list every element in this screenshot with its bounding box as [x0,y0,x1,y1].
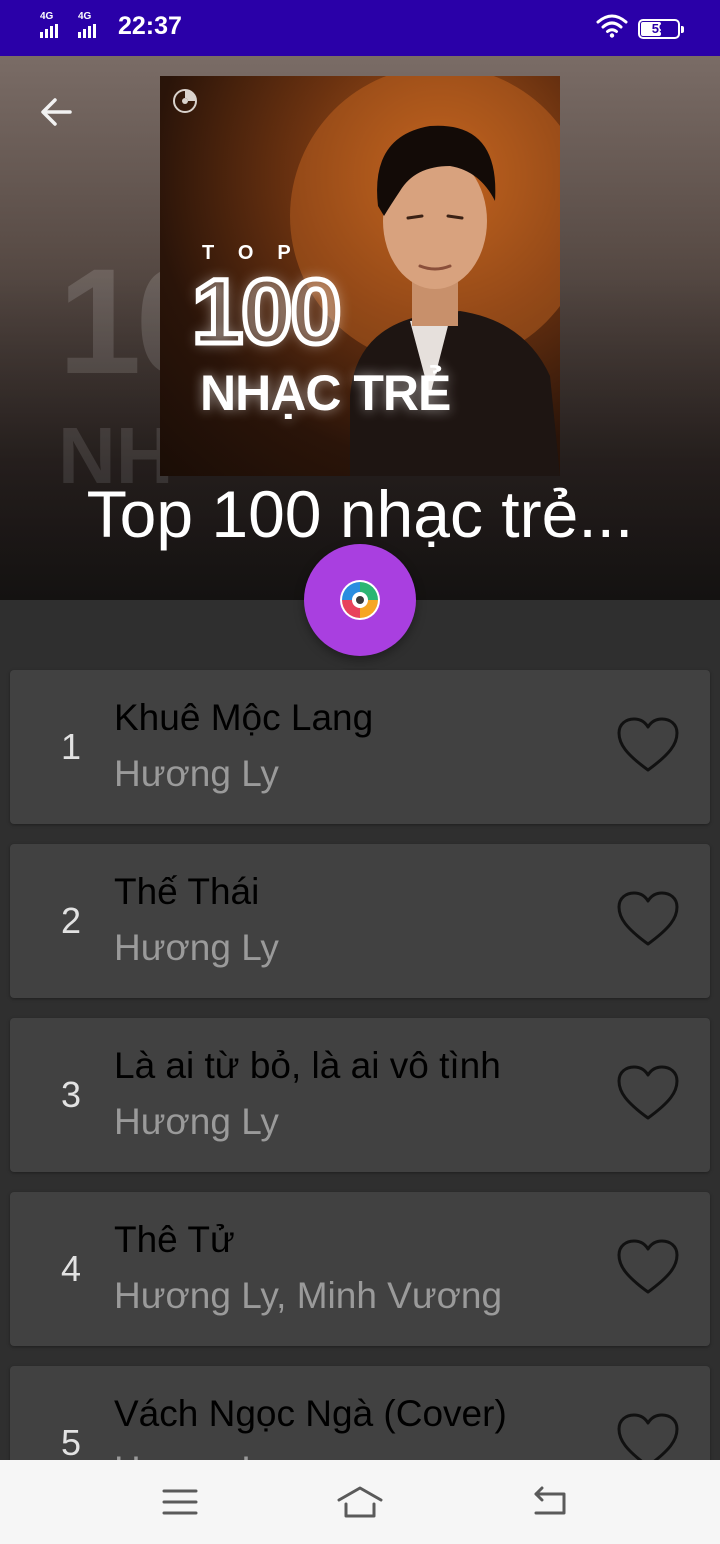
song-item[interactable]: 1 Khuê Mộc Lang Hương Ly [10,670,710,824]
battery-level: 59 [651,21,667,36]
home-icon [337,1486,383,1518]
wifi-icon [596,14,628,43]
song-title: Thế Thái [114,871,260,912]
clock: 22:37 [118,12,182,40]
playlist-cover: TOP 100 NHẠC TRẺ [160,76,560,476]
song-artist: Hương Ly, Minh Vương [114,1275,503,1316]
playlist-screen: 4G 4G 22:37 59 TOP 100 NHẠC TRẺ Top 100 … [0,0,720,1544]
nav-home-button[interactable] [330,1478,390,1526]
playlist-header: 10 NH [0,56,720,600]
song-artist: Hương Ly [114,753,279,794]
signal-bars-icon [78,24,96,38]
song-artist: Hương Ly [114,1101,279,1142]
favorite-button[interactable] [612,886,684,952]
favorite-button[interactable] [612,1234,684,1300]
song-title: Vách Ngọc Ngà (Cover) [114,1393,507,1434]
song-artist: Hương Ly [114,927,279,968]
back-button[interactable] [30,86,82,138]
heart-outline-icon [617,1065,679,1120]
nav-back-button[interactable] [520,1478,580,1526]
menu-icon [162,1489,198,1515]
system-navigation-bar [0,1460,720,1544]
nav-menu-button[interactable] [150,1478,210,1526]
song-item[interactable]: 3 Là ai từ bỏ, là ai vô tình Hương Ly [10,1018,710,1172]
cover-genre-label: NHẠC TRẺ [200,365,451,421]
playlist-title: Top 100 nhạc trẻ... [86,477,634,551]
song-title: Là ai từ bỏ, là ai vô tình [114,1045,501,1086]
status-left: 4G 4G 22:37 [40,12,182,40]
heart-outline-icon [617,1239,679,1294]
disc-icon [173,89,197,113]
song-list: 1 Khuê Mộc Lang Hương Ly 2 Thế Thái Hương Ly 3… [10,670,710,1540]
song-item[interactable]: 2 Thế Thái Hương Ly [10,844,710,998]
battery-icon: 59 [638,18,684,39]
network-type-label: 4G [40,11,54,22]
signal-indicator-1: 4G [40,12,72,40]
favorite-button[interactable] [612,1060,684,1126]
heart-outline-icon [617,891,679,946]
status-right: 59 [596,14,684,43]
arrow-left-icon [41,98,72,126]
song-title: Thê Tử [114,1219,235,1260]
song-item[interactable]: 4 Thê Tử Hương Ly, Minh Vương [10,1192,710,1346]
heart-outline-icon [617,717,679,772]
favorite-button[interactable] [612,712,684,778]
play-all-button[interactable] [304,544,416,656]
back-icon [534,1486,566,1515]
color-disc-icon [340,580,380,620]
cover-number-label: 100 [190,261,344,363]
status-bar: 4G 4G 22:37 59 [0,0,720,56]
network-type-label: 4G [78,11,92,22]
song-title: Khuê Mộc Lang [114,697,374,738]
signal-bars-icon [40,24,58,38]
signal-indicator-2: 4G [78,12,110,40]
